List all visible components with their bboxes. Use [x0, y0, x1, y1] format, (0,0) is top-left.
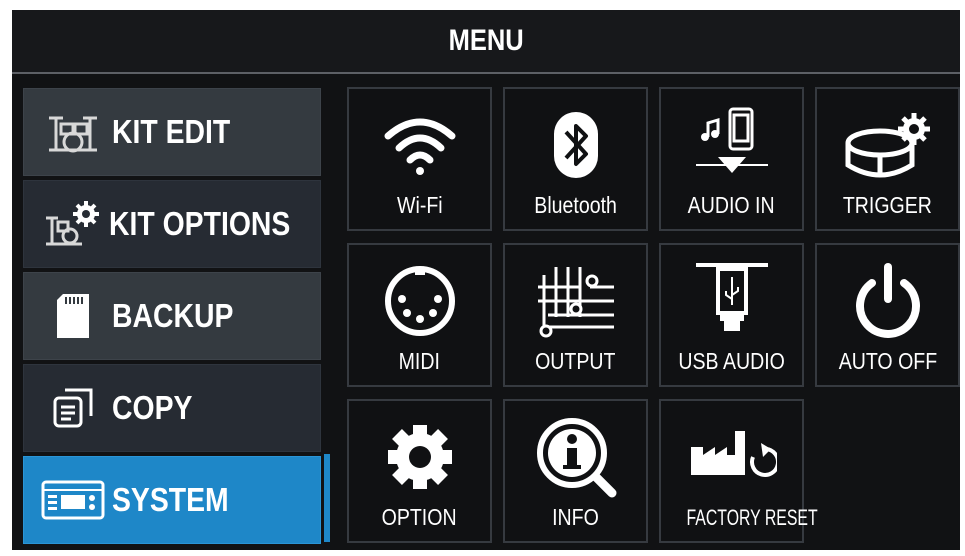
sidebar-item-kit-options[interactable]: KIT OPTIONS — [23, 180, 321, 268]
output-icon — [505, 259, 646, 343]
wifi-icon — [349, 103, 490, 187]
power-icon — [817, 259, 958, 343]
system-device-icon — [38, 470, 108, 530]
copy-icon — [38, 378, 108, 438]
sidebar-item-label: BACKUP — [112, 297, 234, 334]
tile-label: OPTION — [382, 504, 457, 530]
tile-output[interactable]: OUTPUT — [503, 243, 648, 387]
sidebar-item-label: KIT EDIT — [112, 113, 231, 150]
sidebar-item-label: COPY — [112, 389, 193, 426]
menu-header: MENU — [12, 10, 960, 72]
tile-trigger[interactable]: TRIGGER — [815, 87, 960, 231]
usb-audio-icon — [661, 259, 802, 343]
tile-label: AUTO OFF — [838, 348, 937, 374]
sidebar-item-system[interactable]: SYSTEM — [23, 456, 321, 544]
drum-kit-gear-icon — [38, 194, 105, 254]
tile-label: FACTORY RESET — [686, 505, 818, 530]
info-icon — [505, 415, 646, 499]
tile-label: Wi-Fi — [396, 192, 443, 218]
sidebar-item-backup[interactable]: BACKUP — [23, 272, 321, 360]
tile-factory-reset[interactable]: FACTORY RESET — [659, 399, 818, 543]
sidebar-item-copy[interactable]: COPY — [23, 364, 321, 452]
tile-bluetooth[interactable]: Bluetooth — [503, 87, 648, 231]
page-title: MENU — [448, 24, 524, 57]
tile-audio-in[interactable]: AUDIO IN — [659, 87, 804, 231]
tile-midi[interactable]: MIDI — [347, 243, 492, 387]
tile-auto-off[interactable]: AUTO OFF — [815, 243, 960, 387]
tile-label: MIDI — [398, 348, 441, 374]
tile-usb-audio[interactable]: USB AUDIO — [659, 243, 804, 387]
tile-info[interactable]: INFO — [503, 399, 648, 543]
tile-label: TRIGGER — [842, 192, 933, 218]
menu-screen: MENU KIT EDIT KIT OPTIONS BACKUP COPY SY… — [12, 10, 960, 550]
bluetooth-icon — [505, 103, 646, 187]
sidebar-item-label: KIT OPTIONS — [109, 205, 291, 242]
factory-reset-icon — [661, 415, 802, 499]
tile-wifi[interactable]: Wi-Fi — [347, 87, 492, 231]
sidebar-item-kit-edit[interactable]: KIT EDIT — [23, 88, 321, 176]
sidebar-item-label: SYSTEM — [112, 481, 229, 518]
tile-label: Bluetooth — [534, 192, 617, 218]
selection-indicator — [324, 454, 330, 542]
tile-label: INFO — [552, 504, 599, 530]
midi-icon — [349, 259, 490, 343]
header-divider — [12, 72, 960, 74]
trigger-icon — [817, 103, 958, 187]
tile-label: AUDIO IN — [688, 192, 775, 218]
tile-label: USB AUDIO — [678, 348, 785, 374]
gear-icon — [349, 415, 490, 499]
tile-label: OUTPUT — [535, 348, 616, 374]
tile-option[interactable]: OPTION — [347, 399, 492, 543]
audio-in-icon — [661, 103, 802, 187]
drum-kit-icon — [38, 102, 108, 162]
sd-card-icon — [38, 286, 108, 346]
